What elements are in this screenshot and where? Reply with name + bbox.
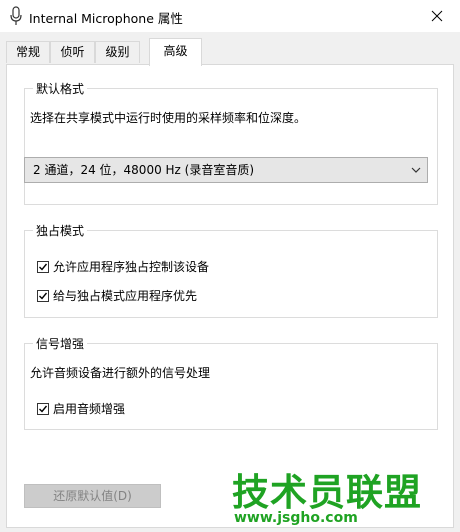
- exclusive-mode-label: 独占模式: [33, 222, 88, 239]
- default-format-group: 默认格式: [24, 80, 438, 205]
- close-icon: [431, 10, 443, 22]
- exclusive-priority-label: 给与独占模式应用程序优先: [53, 289, 198, 303]
- allow-exclusive-checkbox[interactable]: 允许应用程序独占控制该设备: [37, 258, 209, 275]
- default-format-label: 默认格式: [33, 80, 88, 97]
- title-bar: Internal Microphone 属性: [0, 0, 460, 32]
- tab-levels[interactable]: 级别: [95, 41, 140, 63]
- window-title: Internal Microphone 属性: [29, 11, 183, 26]
- allow-exclusive-label: 允许应用程序独占控制该设备: [53, 260, 210, 274]
- enable-enhancement-label: 启用音频增强: [53, 402, 126, 416]
- tab-listen[interactable]: 侦听: [50, 41, 95, 63]
- chevron-down-icon: [411, 167, 421, 173]
- format-select-value: 2 通道，24 位，48000 Hz (录音室音质): [33, 163, 255, 177]
- exclusive-priority-checkbox[interactable]: 给与独占模式应用程序优先: [37, 287, 197, 304]
- restore-defaults-button[interactable]: 还原默认值(D): [24, 484, 161, 508]
- enable-enhancement-checkbox[interactable]: 启用音频增强: [37, 400, 125, 417]
- checkbox-box: [37, 260, 49, 273]
- checkbox-box: [37, 402, 49, 415]
- signal-enhancement-label: 信号增强: [33, 335, 88, 352]
- close-button[interactable]: [414, 0, 460, 32]
- checkbox-box: [37, 289, 49, 302]
- tab-advanced[interactable]: 高级: [149, 38, 202, 66]
- tab-general[interactable]: 常规: [6, 41, 50, 63]
- checkmark-icon: [39, 263, 48, 271]
- checkmark-icon: [39, 292, 48, 300]
- signal-enhancement-description: 允许音频设备进行额外的信号处理: [30, 366, 211, 380]
- checkmark-icon: [39, 405, 48, 413]
- format-select[interactable]: 2 通道，24 位，48000 Hz (录音室音质): [24, 157, 428, 183]
- microphone-icon: [9, 6, 23, 26]
- default-format-description: 选择在共享模式中运行时使用的采样频率和位深度。: [30, 111, 307, 125]
- tab-panel-advanced: 默认格式 选择在共享模式中运行时使用的采样频率和位深度。 2 通道，24 位，4…: [6, 64, 454, 528]
